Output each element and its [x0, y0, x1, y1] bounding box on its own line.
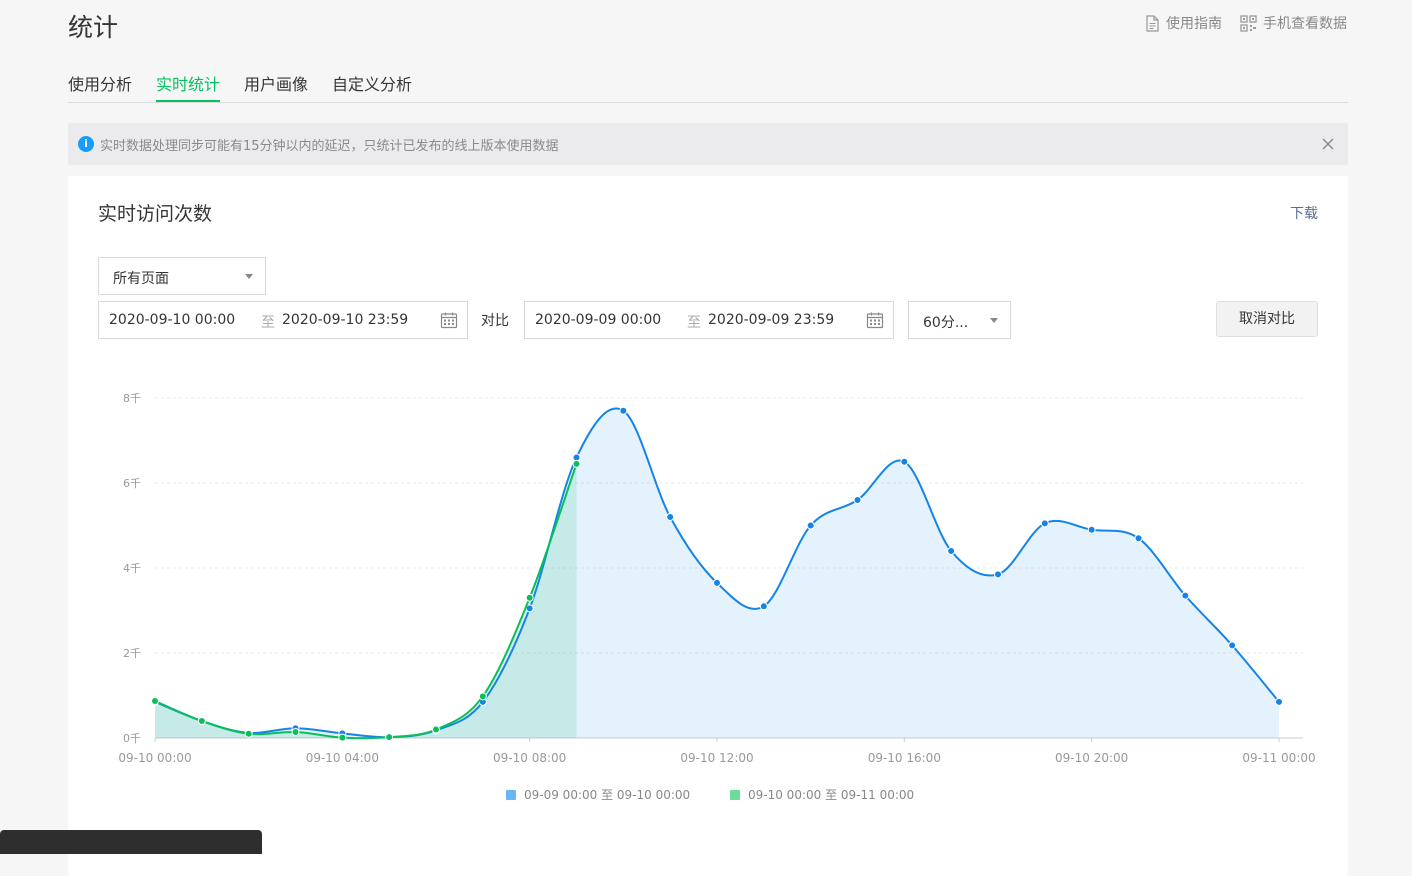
- series-2-point: [525, 593, 534, 602]
- series-2-point: [385, 733, 394, 742]
- series-1-point: [1181, 591, 1190, 600]
- document-icon: [1145, 14, 1160, 32]
- realtime-visits-card: 实时访问次数 下载 所有页面 2020-09-10 00:00 至 2020-0…: [68, 176, 1348, 876]
- series-1-point: [1275, 697, 1283, 706]
- legend-label-series-2: 09-10 00:00 至 09-11 00:00: [748, 788, 915, 802]
- x-tick-label: 09-10 20:00: [1055, 751, 1128, 765]
- y-tick-label: 0千: [123, 732, 141, 745]
- mobile-data-link-label: 手机查看数据: [1263, 16, 1347, 32]
- y-tick-label: 4千: [123, 562, 141, 575]
- top-links: 使用指南 手机查看数据: [1145, 13, 1347, 33]
- guide-link[interactable]: 使用指南: [1145, 13, 1222, 33]
- legend-label-series-1: 09-09 00:00 至 09-10 00:00: [524, 788, 691, 802]
- page-title: 统计: [68, 13, 119, 42]
- x-tick-label: 09-10 16:00: [868, 751, 941, 765]
- y-tick-label: 2千: [123, 647, 141, 660]
- series-2-area: [155, 463, 577, 739]
- series-1-point: [619, 406, 628, 415]
- series-2-point: [291, 728, 300, 737]
- y-tick-label: 8千: [123, 392, 141, 405]
- series-1-point: [713, 578, 721, 587]
- series-2-point: [572, 459, 581, 468]
- qr-code-icon: [1240, 14, 1257, 32]
- series-1-point: [900, 457, 909, 466]
- series-2-point: [478, 692, 487, 701]
- series-1-area: [155, 408, 1279, 738]
- series-1-point: [1087, 525, 1096, 534]
- legend-swatch-green: [730, 789, 740, 800]
- series-1-point: [666, 513, 675, 521]
- series-1-point: [1134, 534, 1143, 543]
- tab-realtime-stats[interactable]: 实时统计: [156, 71, 220, 95]
- series-1-point: [1228, 641, 1237, 650]
- series-1-point: [1040, 519, 1049, 528]
- notice-text: 实时数据处理同步可能有15分钟以内的延迟，只统计已发布的线上版本使用数据: [100, 139, 559, 154]
- series-2-point: [197, 717, 206, 725]
- toast-bar: [0, 830, 262, 854]
- info-icon: i: [78, 136, 94, 152]
- x-tick-label: 09-10 00:00: [118, 751, 191, 765]
- close-icon[interactable]: [1318, 134, 1338, 154]
- legend-swatch-blue: [506, 789, 516, 800]
- tab-usage-analysis[interactable]: 使用分析: [68, 71, 132, 95]
- series-1-point: [806, 521, 815, 530]
- x-tick-label: 09-10 04:00: [306, 751, 379, 765]
- series-2-point: [338, 733, 347, 742]
- series-2-point: [244, 729, 253, 738]
- active-tab-indicator: [156, 100, 220, 102]
- x-tick-label: 09-10 12:00: [680, 751, 753, 765]
- series-2-point: [432, 725, 440, 734]
- guide-link-label: 使用指南: [1166, 16, 1222, 32]
- series-1-point: [853, 496, 862, 504]
- notice-bar: i 实时数据处理同步可能有15分钟以内的延迟，只统计已发布的线上版本使用数据: [68, 123, 1348, 165]
- x-tick-label: 09-10 08:00: [493, 751, 566, 765]
- x-tick-label: 09-11 00:00: [1242, 751, 1315, 765]
- series-1-point: [994, 570, 1002, 579]
- series-1-point: [759, 602, 768, 611]
- y-tick-label: 6千: [123, 477, 141, 490]
- series-2-point: [151, 697, 159, 706]
- mobile-data-link[interactable]: 手机查看数据: [1240, 13, 1347, 33]
- series-1-point: [947, 547, 956, 555]
- legend-item-series-2[interactable]: 09-10 00:00 至 09-11 00:00: [730, 786, 914, 803]
- tab-user-portrait[interactable]: 用户画像: [244, 71, 308, 95]
- tab-bar: 使用分析 实时统计 用户画像 自定义分析: [68, 62, 1348, 103]
- legend-item-series-1[interactable]: 09-09 00:00 至 09-10 00:00: [506, 786, 690, 803]
- tab-custom-analysis[interactable]: 自定义分析: [332, 71, 412, 95]
- visits-chart: 0千 2千 4千 6千 8千 09-10 00:00 09-10 04:00 09-10 08…: [118, 392, 1315, 765]
